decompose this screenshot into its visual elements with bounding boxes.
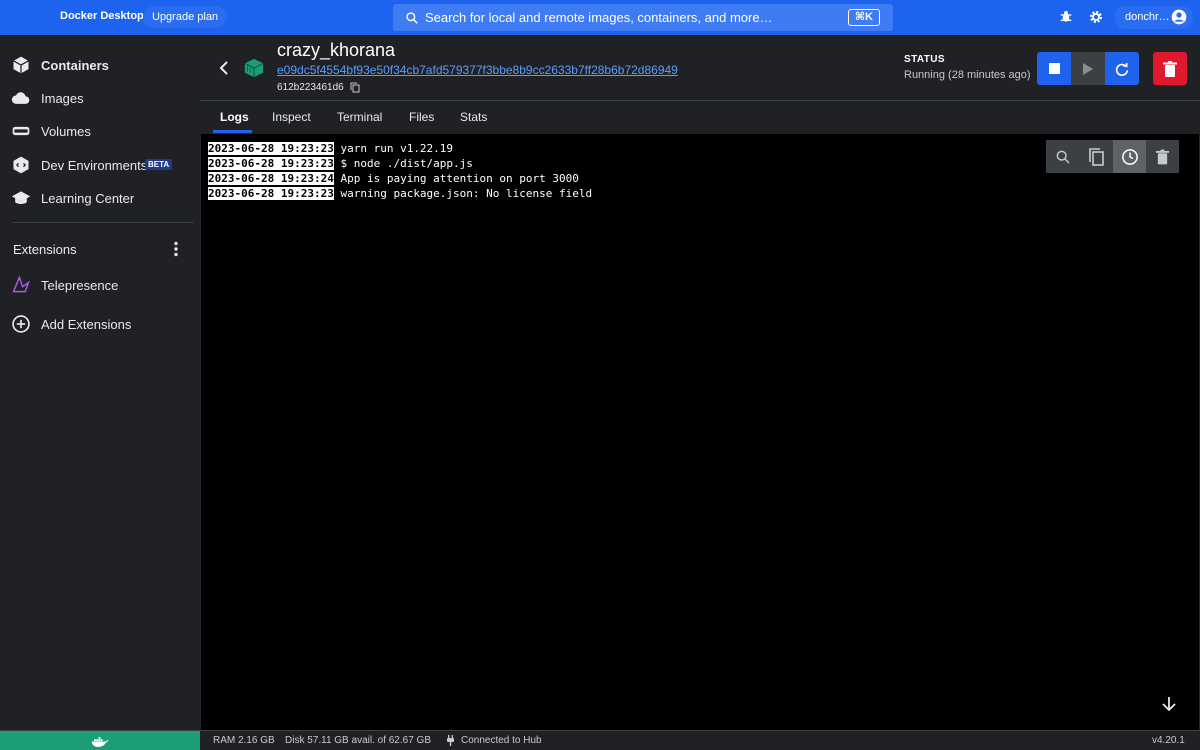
sidebar-item-containers[interactable]: Containers bbox=[0, 50, 200, 80]
log-clear-button[interactable] bbox=[1146, 140, 1179, 173]
trash-icon bbox=[1163, 60, 1177, 77]
sidebar-item-label: Images bbox=[41, 90, 84, 106]
telepresence-icon bbox=[12, 275, 31, 293]
user-account-button[interactable]: donchr… bbox=[1114, 6, 1193, 29]
container-details: crazy_khorana e09dc5f4554bf93e50f34cb7af… bbox=[200, 35, 1200, 730]
copy-icon[interactable] bbox=[350, 82, 360, 93]
sidebar-item-label: Containers bbox=[41, 57, 109, 73]
log-timestamp: 2023-06-28 19:23:23 bbox=[208, 187, 334, 200]
hub-connection-status: Connected to Hub bbox=[461, 735, 542, 746]
tab-inspect[interactable]: Inspect bbox=[272, 110, 311, 124]
tab-logs[interactable]: Logs bbox=[220, 110, 249, 124]
engine-status-indicator[interactable] bbox=[0, 731, 200, 750]
docker-whale-icon bbox=[91, 736, 109, 747]
log-line: 2023-06-28 19:23:23 $ node ./dist/app.js bbox=[208, 156, 473, 171]
tab-terminal[interactable]: Terminal bbox=[337, 110, 382, 124]
sidebar-item-label: Volumes bbox=[41, 123, 91, 139]
log-message: $ node ./dist/app.js bbox=[333, 157, 473, 170]
extensions-more-icon[interactable] bbox=[171, 241, 181, 257]
log-search-button[interactable] bbox=[1046, 140, 1079, 173]
search-icon bbox=[1056, 150, 1070, 164]
app-title: Docker Desktop bbox=[60, 10, 144, 22]
sidebar-item-learning-center[interactable]: Learning Center bbox=[0, 183, 200, 213]
learning-center-icon bbox=[11, 191, 31, 205]
search-icon bbox=[406, 11, 418, 24]
search-placeholder: Search for local and remote images, cont… bbox=[425, 10, 773, 25]
sidebar-item-label: Telepresence bbox=[41, 277, 119, 293]
container-tabs: Logs Inspect Terminal Files Stats bbox=[200, 101, 1200, 134]
back-arrow-icon[interactable] bbox=[218, 61, 230, 75]
account-avatar-icon bbox=[1171, 9, 1187, 25]
user-name: donchr… bbox=[1125, 11, 1170, 23]
sidebar-item-volumes[interactable]: Volumes bbox=[0, 116, 200, 146]
images-icon bbox=[11, 92, 30, 104]
container-short-id: 612b223461d6 bbox=[277, 82, 344, 93]
trash-icon bbox=[1156, 149, 1169, 164]
sidebar-item-label: Dev Environments bbox=[41, 157, 148, 173]
tab-stats[interactable]: Stats bbox=[460, 110, 487, 124]
log-timestamp: 2023-06-28 19:23:24 bbox=[208, 172, 334, 185]
scroll-to-bottom-icon[interactable] bbox=[1161, 696, 1177, 712]
containers-icon bbox=[13, 56, 29, 74]
sidebar-item-dev-environments[interactable]: Dev Environments BETA bbox=[0, 150, 200, 180]
log-timestamp: 2023-06-28 19:23:23 bbox=[208, 142, 334, 155]
container-name: crazy_khorana bbox=[277, 40, 396, 60]
bug-icon[interactable] bbox=[1058, 9, 1074, 25]
container-header: crazy_khorana e09dc5f4554bf93e50f34cb7af… bbox=[200, 35, 1200, 101]
copy-icon bbox=[1088, 147, 1104, 166]
status-title: STATUS bbox=[904, 54, 945, 65]
extensions-header: Extensions bbox=[13, 242, 77, 257]
clock-icon bbox=[1121, 148, 1138, 165]
container-id-link[interactable]: e09dc5f4554bf93e50f34cb7afd579377f3bbe8b… bbox=[277, 63, 678, 77]
log-message: App is paying attention on port 3000 bbox=[333, 172, 579, 185]
volumes-icon bbox=[12, 126, 30, 136]
stop-icon bbox=[1048, 63, 1060, 74]
sidebar-divider bbox=[12, 222, 194, 223]
sidebar-item-telepresence[interactable]: Telepresence bbox=[0, 270, 200, 300]
add-circle-icon bbox=[12, 315, 30, 333]
sidebar-item-label: Add Extensions bbox=[41, 316, 132, 332]
log-message: yarn run v1.22.19 bbox=[333, 142, 454, 155]
sidebar-item-add-extensions[interactable]: Add Extensions bbox=[0, 309, 200, 339]
stop-button[interactable] bbox=[1037, 52, 1071, 85]
settings-gear-icon[interactable] bbox=[1088, 9, 1104, 25]
upgrade-plan-button[interactable]: Upgrade plan bbox=[143, 6, 228, 28]
log-copy-button[interactable] bbox=[1079, 140, 1112, 173]
container-cube-icon bbox=[244, 58, 264, 78]
log-timestamp: 2023-06-28 19:23:23 bbox=[208, 157, 334, 170]
log-console[interactable]: 2023-06-28 19:23:23 yarn run v1.22.19 20… bbox=[201, 134, 1199, 730]
restart-icon bbox=[1115, 62, 1129, 76]
status-value: Running (28 minutes ago) bbox=[904, 69, 1031, 81]
disk-usage: Disk 57.11 GB avail. of 62.67 GB bbox=[285, 735, 432, 746]
dev-environments-icon bbox=[13, 156, 29, 174]
sidebar-item-label: Learning Center bbox=[41, 190, 135, 206]
hub-plug-icon bbox=[447, 735, 454, 746]
log-message: warning package.json: No license field bbox=[333, 187, 593, 200]
sidebar: Containers Images Volumes Dev Environmen… bbox=[0, 35, 200, 730]
beta-badge: BETA bbox=[145, 159, 173, 170]
delete-button[interactable] bbox=[1153, 52, 1187, 85]
global-search[interactable]: Search for local and remote images, cont… bbox=[393, 4, 893, 31]
ram-usage: RAM 2.16 GB bbox=[213, 735, 275, 746]
tab-files[interactable]: Files bbox=[409, 110, 434, 124]
sidebar-item-images[interactable]: Images bbox=[0, 83, 200, 113]
top-bar: Docker Desktop Upgrade plan Search for l… bbox=[0, 0, 1200, 35]
search-shortcut: ⌘K bbox=[847, 9, 880, 26]
log-line: 2023-06-28 19:23:23 warning package.json… bbox=[208, 186, 592, 201]
restart-button[interactable] bbox=[1105, 52, 1139, 85]
status-footer: RAM 2.16 GB Disk 57.11 GB avail. of 62.6… bbox=[0, 730, 1200, 750]
play-icon bbox=[1083, 62, 1093, 75]
app-version: v4.20.1 bbox=[1152, 735, 1185, 746]
log-timestamps-toggle[interactable] bbox=[1113, 140, 1146, 173]
log-toolbar bbox=[1046, 140, 1179, 173]
log-line: 2023-06-28 19:23:24 App is paying attent… bbox=[208, 171, 579, 186]
active-tab-indicator bbox=[213, 130, 252, 133]
log-line: 2023-06-28 19:23:23 yarn run v1.22.19 bbox=[208, 141, 453, 156]
start-button[interactable] bbox=[1071, 52, 1105, 85]
